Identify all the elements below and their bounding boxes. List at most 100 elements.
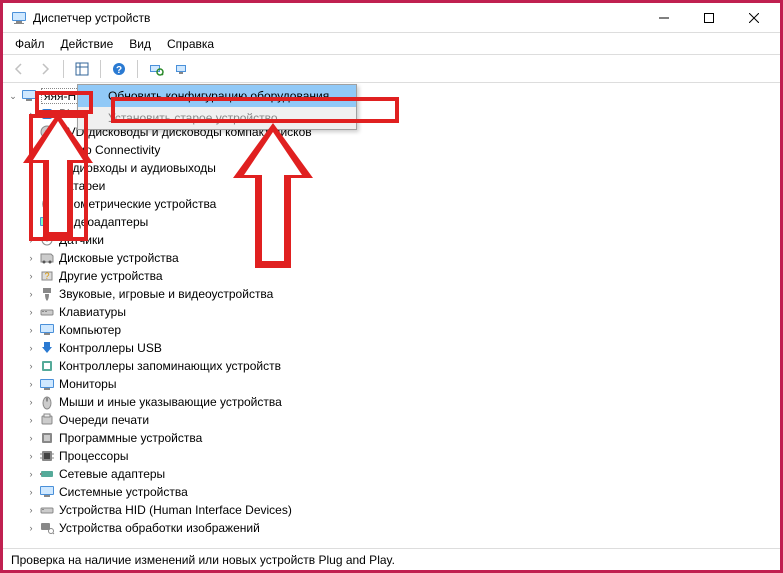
tree-item[interactable]: › ? Другие устройства bbox=[25, 267, 776, 285]
expand-icon[interactable]: › bbox=[25, 396, 37, 408]
tree-item[interactable]: › Мониторы bbox=[25, 375, 776, 393]
menu-help[interactable]: Справка bbox=[159, 35, 222, 53]
device-category-icon bbox=[39, 412, 55, 428]
menu-action[interactable]: Действие bbox=[53, 35, 122, 53]
expand-icon[interactable]: › bbox=[25, 306, 37, 318]
expand-icon[interactable]: › bbox=[25, 252, 37, 264]
back-button[interactable] bbox=[7, 57, 31, 81]
menu-view[interactable]: Вид bbox=[121, 35, 159, 53]
device-category-icon bbox=[39, 304, 55, 320]
separator bbox=[100, 60, 101, 78]
context-menu: Обновить конфигурацию оборудования Устан… bbox=[77, 84, 357, 130]
tree-item[interactable]: › Аудиовходы и аудиовыходы bbox=[25, 159, 776, 177]
expand-icon[interactable]: › bbox=[25, 432, 37, 444]
close-button[interactable] bbox=[731, 3, 776, 32]
expand-icon[interactable]: › bbox=[25, 288, 37, 300]
maximize-button[interactable] bbox=[686, 3, 731, 32]
tree-item[interactable]: › Компьютер bbox=[25, 321, 776, 339]
ctx-install-legacy[interactable]: Установить старое устройство bbox=[78, 107, 356, 129]
expand-icon[interactable]: › bbox=[25, 180, 37, 192]
expand-icon[interactable]: › bbox=[25, 504, 37, 516]
tree-item[interactable]: › Звуковые, игровые и видеоустройства bbox=[25, 285, 776, 303]
device-category-icon bbox=[39, 124, 55, 140]
device-category-icon bbox=[39, 250, 55, 266]
help-button[interactable]: ? bbox=[107, 57, 131, 81]
expand-icon[interactable]: › bbox=[25, 198, 37, 210]
expand-icon[interactable]: › bbox=[25, 324, 37, 336]
svg-text:?: ? bbox=[116, 65, 122, 76]
tree-item[interactable]: › Устройства обработки изображений bbox=[25, 519, 776, 537]
expand-icon[interactable]: › bbox=[25, 450, 37, 462]
tree-item[interactable]: › Процессоры bbox=[25, 447, 776, 465]
tree-item[interactable]: › Мыши и иные указывающие устройства bbox=[25, 393, 776, 411]
expand-icon[interactable]: › bbox=[25, 360, 37, 372]
tree-item-label: Контроллеры USB bbox=[59, 341, 162, 355]
expand-icon[interactable]: › bbox=[25, 270, 37, 282]
expand-icon[interactable]: › bbox=[25, 108, 37, 120]
tree-item-label: Контроллеры запоминающих устройств bbox=[59, 359, 281, 373]
tree-item-label: Звуковые, игровые и видеоустройства bbox=[59, 287, 273, 301]
tree-item[interactable]: › Клавиатуры bbox=[25, 303, 776, 321]
device-category-icon bbox=[39, 322, 55, 338]
statusbar: Проверка на наличие изменений или новых … bbox=[3, 548, 780, 570]
app-icon bbox=[11, 10, 27, 26]
expand-icon[interactable]: › bbox=[25, 234, 37, 246]
scan-hardware-button[interactable] bbox=[144, 57, 168, 81]
device-category-icon bbox=[39, 448, 55, 464]
tree-item-label: Мониторы bbox=[59, 377, 116, 391]
collapse-icon[interactable]: ⌄ bbox=[7, 90, 19, 102]
tree-item[interactable]: › Датчики bbox=[25, 231, 776, 249]
tree-item[interactable]: › Контроллеры запоминающих устройств bbox=[25, 357, 776, 375]
device-category-icon bbox=[39, 340, 55, 356]
expand-icon[interactable]: › bbox=[25, 126, 37, 138]
forward-button[interactable] bbox=[33, 57, 57, 81]
tree-item[interactable]: › Сетевые адаптеры bbox=[25, 465, 776, 483]
tree-item[interactable]: › Контроллеры USB bbox=[25, 339, 776, 357]
svg-text:B: B bbox=[44, 110, 50, 120]
window-controls bbox=[641, 3, 776, 32]
tree-item-label: Дисковые устройства bbox=[59, 251, 179, 265]
ctx-scan-hardware[interactable]: Обновить конфигурацию оборудования bbox=[78, 85, 356, 107]
tree-item-label: Другие устройства bbox=[59, 269, 163, 283]
tree-item[interactable]: › Jungo Connectivity bbox=[25, 141, 776, 159]
device-category-icon bbox=[39, 142, 55, 158]
tree-item[interactable]: › Дисковые устройства bbox=[25, 249, 776, 267]
tree-item-label: Батареи bbox=[59, 179, 105, 193]
tree-item-label: Датчики bbox=[59, 233, 104, 247]
tree-item[interactable]: › Биометрические устройства bbox=[25, 195, 776, 213]
tree-item-label: Биометрические устройства bbox=[59, 197, 216, 211]
tree-item[interactable]: › Видеоадаптеры bbox=[25, 213, 776, 231]
expand-icon[interactable]: › bbox=[25, 216, 37, 228]
minimize-button[interactable] bbox=[641, 3, 686, 32]
tree-item[interactable]: › Системные устройства bbox=[25, 483, 776, 501]
tree-item[interactable]: › Программные устройства bbox=[25, 429, 776, 447]
tree-item-label: Процессоры bbox=[59, 449, 129, 463]
separator bbox=[63, 60, 64, 78]
tree-item-label: Jungo Connectivity bbox=[59, 143, 160, 157]
expand-icon[interactable]: › bbox=[25, 144, 37, 156]
tree-item[interactable]: › Батареи bbox=[25, 177, 776, 195]
expand-icon[interactable]: › bbox=[25, 342, 37, 354]
tree-item-label: Клавиатуры bbox=[59, 305, 126, 319]
menubar: Файл Действие Вид Справка bbox=[3, 33, 780, 55]
expand-icon[interactable]: › bbox=[25, 522, 37, 534]
tree-item-label: Программные устройства bbox=[59, 431, 202, 445]
show-hide-tree-button[interactable] bbox=[70, 57, 94, 81]
expand-icon[interactable]: › bbox=[25, 162, 37, 174]
device-category-icon: B bbox=[39, 106, 55, 122]
expand-icon[interactable]: › bbox=[25, 468, 37, 480]
expand-icon[interactable]: › bbox=[25, 378, 37, 390]
tree-item-label: Аудиовходы и аудиовыходы bbox=[59, 161, 216, 175]
add-hardware-button[interactable] bbox=[170, 57, 194, 81]
menu-file[interactable]: Файл bbox=[7, 35, 53, 53]
tree-item-label: Устройства обработки изображений bbox=[59, 521, 260, 535]
tree-item-label: Устройства HID (Human Interface Devices) bbox=[59, 503, 292, 517]
device-tree-panel[interactable]: ⌄ яяя-HP › B Bluetooth › DVD-дисководы и… bbox=[3, 83, 780, 547]
device-category-icon bbox=[39, 520, 55, 536]
expand-icon[interactable]: › bbox=[25, 414, 37, 426]
tree-item-label: Мыши и иные указывающие устройства bbox=[59, 395, 282, 409]
tree-item[interactable]: › Очереди печати bbox=[25, 411, 776, 429]
expand-icon[interactable]: › bbox=[25, 486, 37, 498]
tree-item[interactable]: › Устройства HID (Human Interface Device… bbox=[25, 501, 776, 519]
status-text: Проверка на наличие изменений или новых … bbox=[11, 553, 395, 567]
